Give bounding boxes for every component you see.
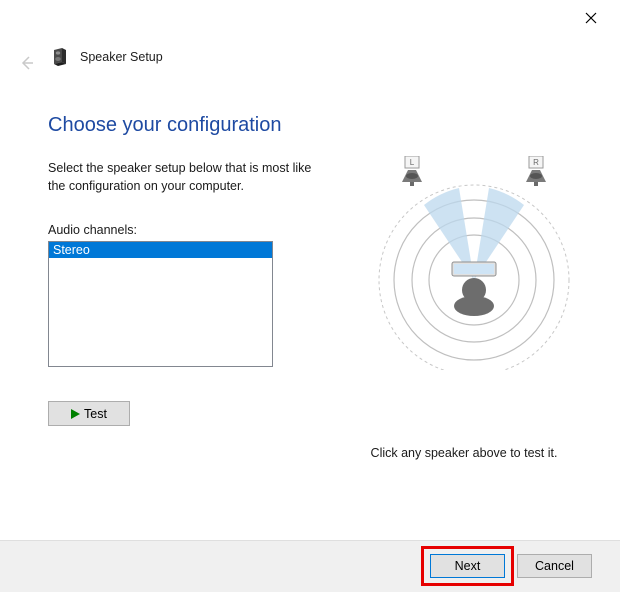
cancel-button-label: Cancel [535, 559, 574, 573]
right-speaker-label: R [533, 158, 539, 167]
test-button[interactable]: Test [48, 401, 130, 426]
footer: Next Cancel [0, 540, 620, 592]
test-button-label: Test [84, 407, 107, 421]
back-arrow-icon [18, 55, 34, 71]
left-speaker-label: L [410, 158, 415, 167]
next-button-label: Next [455, 559, 481, 573]
play-icon [71, 409, 80, 419]
instruction-text: Select the speaker setup below that is m… [48, 159, 328, 195]
list-item[interactable]: Stereo [49, 242, 272, 258]
close-icon [585, 12, 597, 24]
audio-channels-listbox[interactable]: Stereo [48, 241, 273, 367]
titlebar [0, 0, 620, 32]
next-button[interactable]: Next [430, 554, 505, 578]
close-button[interactable] [577, 8, 605, 28]
back-button[interactable] [18, 55, 34, 71]
right-speaker-button[interactable]: R [520, 156, 552, 186]
speaker-test-hint: Click any speaker above to test it. [344, 446, 584, 460]
speaker-layout-diagram: L R [364, 150, 584, 370]
header: Speaker Setup [48, 46, 163, 68]
left-speaker-button[interactable]: L [396, 156, 428, 186]
cancel-button[interactable]: Cancel [517, 554, 592, 578]
window-title: Speaker Setup [80, 50, 163, 64]
speaker-icon [48, 46, 70, 68]
page-heading: Choose your configuration [48, 114, 590, 137]
